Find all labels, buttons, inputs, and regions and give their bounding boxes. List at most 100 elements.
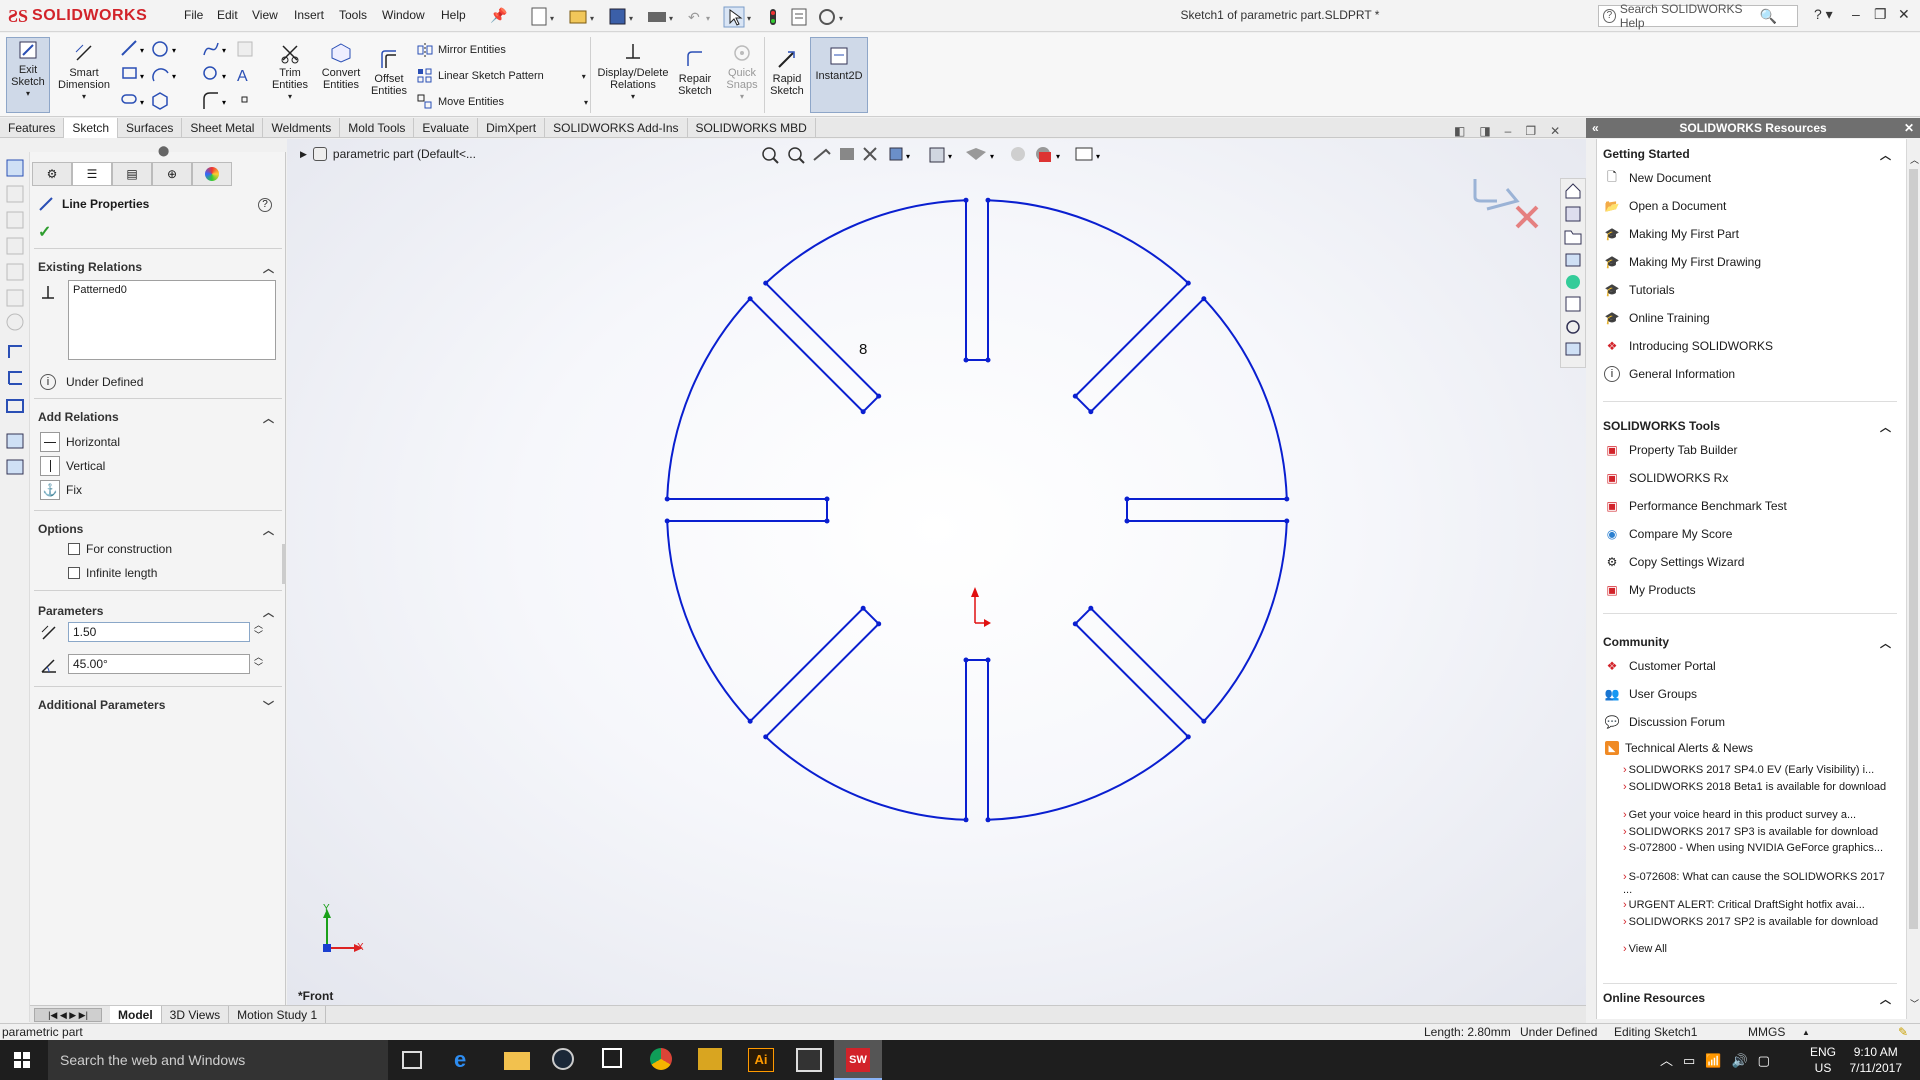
file-explorer-icon[interactable] [504, 1052, 530, 1070]
viewport-window-controls[interactable]: ◧◨–❐✕ [1454, 124, 1574, 138]
existing-relations-list[interactable]: Patterned0 [68, 280, 276, 360]
link-my-products[interactable]: ▣ My Products [1603, 581, 1695, 599]
sketch-point[interactable] [1124, 496, 1130, 502]
pin-panel-icon[interactable]: ✕ [1904, 118, 1914, 138]
tab-mold-tools[interactable]: Mold Tools [340, 118, 415, 138]
display-manager-tab-icon[interactable] [192, 162, 232, 186]
sketch-point[interactable] [747, 296, 753, 302]
online-resources-header[interactable]: Online Resources ︿ [1603, 991, 1895, 1006]
length-input[interactable]: 1.50 [68, 622, 250, 642]
sketch-point[interactable] [1124, 518, 1130, 524]
help-menu-icon[interactable]: ? ▾ [1814, 6, 1833, 23]
menu-tools[interactable]: Tools [339, 8, 367, 22]
menu-edit[interactable]: Edit [217, 8, 238, 22]
breadcrumb-text[interactable]: parametric part (Default<... [333, 147, 476, 161]
property-manager-tab-icon[interactable]: ☰ [72, 162, 112, 186]
units-selector[interactable]: MMGS [1748, 1025, 1785, 1039]
sketch-point[interactable] [985, 197, 991, 203]
photos-icon[interactable] [796, 1048, 822, 1072]
breadcrumb[interactable]: ▶ parametric part (Default<... [300, 147, 476, 161]
scroll-up-icon[interactable]: ︿ [1910, 153, 1919, 166]
getting-started-header[interactable]: Getting Started ︿ [1603, 147, 1895, 162]
discard-sketch-icon[interactable] [1515, 205, 1539, 229]
offset-entities-button[interactable]: Offset Entities [368, 47, 410, 97]
convert-entities-button[interactable]: Convert Entities [316, 41, 366, 91]
sketch-point[interactable] [824, 518, 830, 524]
quick-access-toolbar[interactable]: ▾ ▾ ▾ ▾ ↶ ▾ ▾ ▾ [530, 6, 850, 28]
linear-sketch-pattern-button[interactable]: Linear Sketch Pattern ▾ [416, 67, 586, 85]
news-item[interactable]: › S-072800 - When using NVIDIA GeForce gr… [1623, 842, 1893, 855]
existing-relations-header[interactable]: Existing Relations ︿ [38, 260, 280, 275]
tab-motion-study[interactable]: Motion Study 1 [229, 1005, 327, 1024]
tab-sketch[interactable]: Sketch [64, 118, 119, 138]
sketch-point[interactable] [1201, 718, 1207, 724]
news-item[interactable]: › S-072608: What can cause the SOLIDWORKS… [1623, 871, 1893, 897]
sketch-point[interactable] [985, 657, 991, 663]
trim-entities-button[interactable]: Trim Entities ▾ [266, 41, 314, 103]
tab-evaluate[interactable]: Evaluate [414, 118, 479, 138]
slot-line[interactable] [1126, 498, 1287, 522]
infinite-length-checkbox[interactable] [68, 567, 80, 579]
link-compare-score[interactable]: ◉ Compare My Score [1603, 525, 1733, 543]
resources-scrollbar[interactable]: ︿ ﹀ [1906, 139, 1920, 1019]
link-property-tab-builder[interactable]: ▣ Property Tab Builder [1603, 441, 1737, 459]
chevron-up-icon[interactable]: ︿ [263, 604, 274, 620]
outer-arc[interactable] [1203, 520, 1288, 722]
sketch-point[interactable] [1088, 605, 1094, 611]
community-header[interactable]: Community ︿ [1603, 635, 1895, 650]
taskbar-search-box[interactable]: Search the web and Windows [48, 1040, 388, 1080]
outer-arc[interactable] [987, 736, 1189, 821]
news-item[interactable]: › URGENT ALERT: Critical DraftSight hotfi… [1623, 899, 1893, 912]
rapid-sketch-button[interactable]: Rapid Sketch [766, 47, 808, 97]
help-search-input[interactable]: Search SOLIDWORKS Help [1620, 2, 1756, 30]
sketch-point[interactable] [876, 393, 882, 399]
tab-weldments[interactable]: Weldments [263, 118, 341, 138]
scroll-thumb[interactable] [1909, 169, 1918, 929]
sketch-point[interactable] [763, 734, 769, 740]
view-all-link[interactable]: › View All [1623, 943, 1893, 956]
relation-fix[interactable]: ⚓ Fix [40, 480, 82, 500]
options-header[interactable]: Options ︿ [38, 522, 280, 538]
sketch-point[interactable] [1088, 409, 1094, 415]
chevron-up-icon[interactable]: ︿ [263, 522, 274, 538]
chevron-up-icon[interactable]: ︿ [263, 410, 274, 426]
sketch-entities-grid[interactable]: ▾ ▾ ▾ ▾ ▾ ▾ A ▾ ▾ [118, 39, 262, 115]
instant2d-button[interactable]: Instant2D [810, 37, 868, 113]
slot-line[interactable] [1073, 282, 1205, 414]
mirror-entities-button[interactable]: Mirror Entities [416, 41, 506, 59]
angle-spinner[interactable]: ︿ ﹀ [254, 652, 263, 672]
link-first-part[interactable]: 🎓 Making My First Part [1603, 225, 1740, 243]
customize-status-icon[interactable]: ✎ [1898, 1025, 1908, 1039]
display-delete-relations-button[interactable]: Display/Delete Relations ▾ [594, 41, 672, 103]
tab-model[interactable]: Model [110, 1005, 162, 1024]
task-view-icon[interactable] [402, 1051, 422, 1069]
sketch-point[interactable] [1072, 393, 1078, 399]
sketch-point[interactable] [963, 357, 969, 363]
news-item[interactable]: › SOLIDWORKS 2017 SP3 is available for do… [1623, 826, 1893, 839]
left-strip-icons[interactable] [0, 152, 30, 492]
ok-checkmark-icon[interactable]: ✓ [38, 222, 51, 242]
parameters-header[interactable]: Parameters ︿ [38, 604, 280, 620]
for-construction-checkbox[interactable] [68, 543, 80, 555]
quick-snaps-button[interactable]: Quick Snaps ▾ [722, 41, 762, 103]
link-introducing-solidworks[interactable]: ❖ Introducing SOLIDWORKS [1603, 337, 1773, 355]
feature-manager-tab-icon[interactable]: ⚙ [32, 162, 72, 186]
link-benchmark-test[interactable]: ▣ Performance Benchmark Test [1603, 497, 1787, 515]
chevron-up-icon[interactable]: ︿ [1880, 419, 1891, 435]
sketch-point[interactable] [1201, 296, 1207, 302]
slot-line[interactable] [965, 200, 989, 361]
link-copy-settings[interactable]: ⚙ Copy Settings Wizard [1603, 553, 1745, 571]
search-icon[interactable]: 🔍 [1760, 8, 1777, 25]
sketch-point[interactable] [963, 657, 969, 663]
sketch-canvas[interactable] [287, 139, 1586, 1005]
smart-dimension-button[interactable]: Smart Dimension ▾ [54, 41, 114, 103]
tab-dimxpert[interactable]: DimXpert [478, 118, 546, 138]
outer-arc[interactable] [666, 520, 751, 722]
relation-vertical[interactable]: Vertical [40, 456, 105, 476]
link-online-training[interactable]: 🎓 Online Training [1603, 309, 1710, 327]
slot-line[interactable] [749, 606, 881, 738]
slot-line[interactable] [667, 498, 828, 522]
pm-handle[interactable]: ⬤ [158, 146, 169, 157]
taskbar-clock[interactable]: 9:10 AM 7/11/2017 [1850, 1044, 1903, 1076]
news-item[interactable]: › Get your voice heard in this product su… [1623, 809, 1893, 822]
